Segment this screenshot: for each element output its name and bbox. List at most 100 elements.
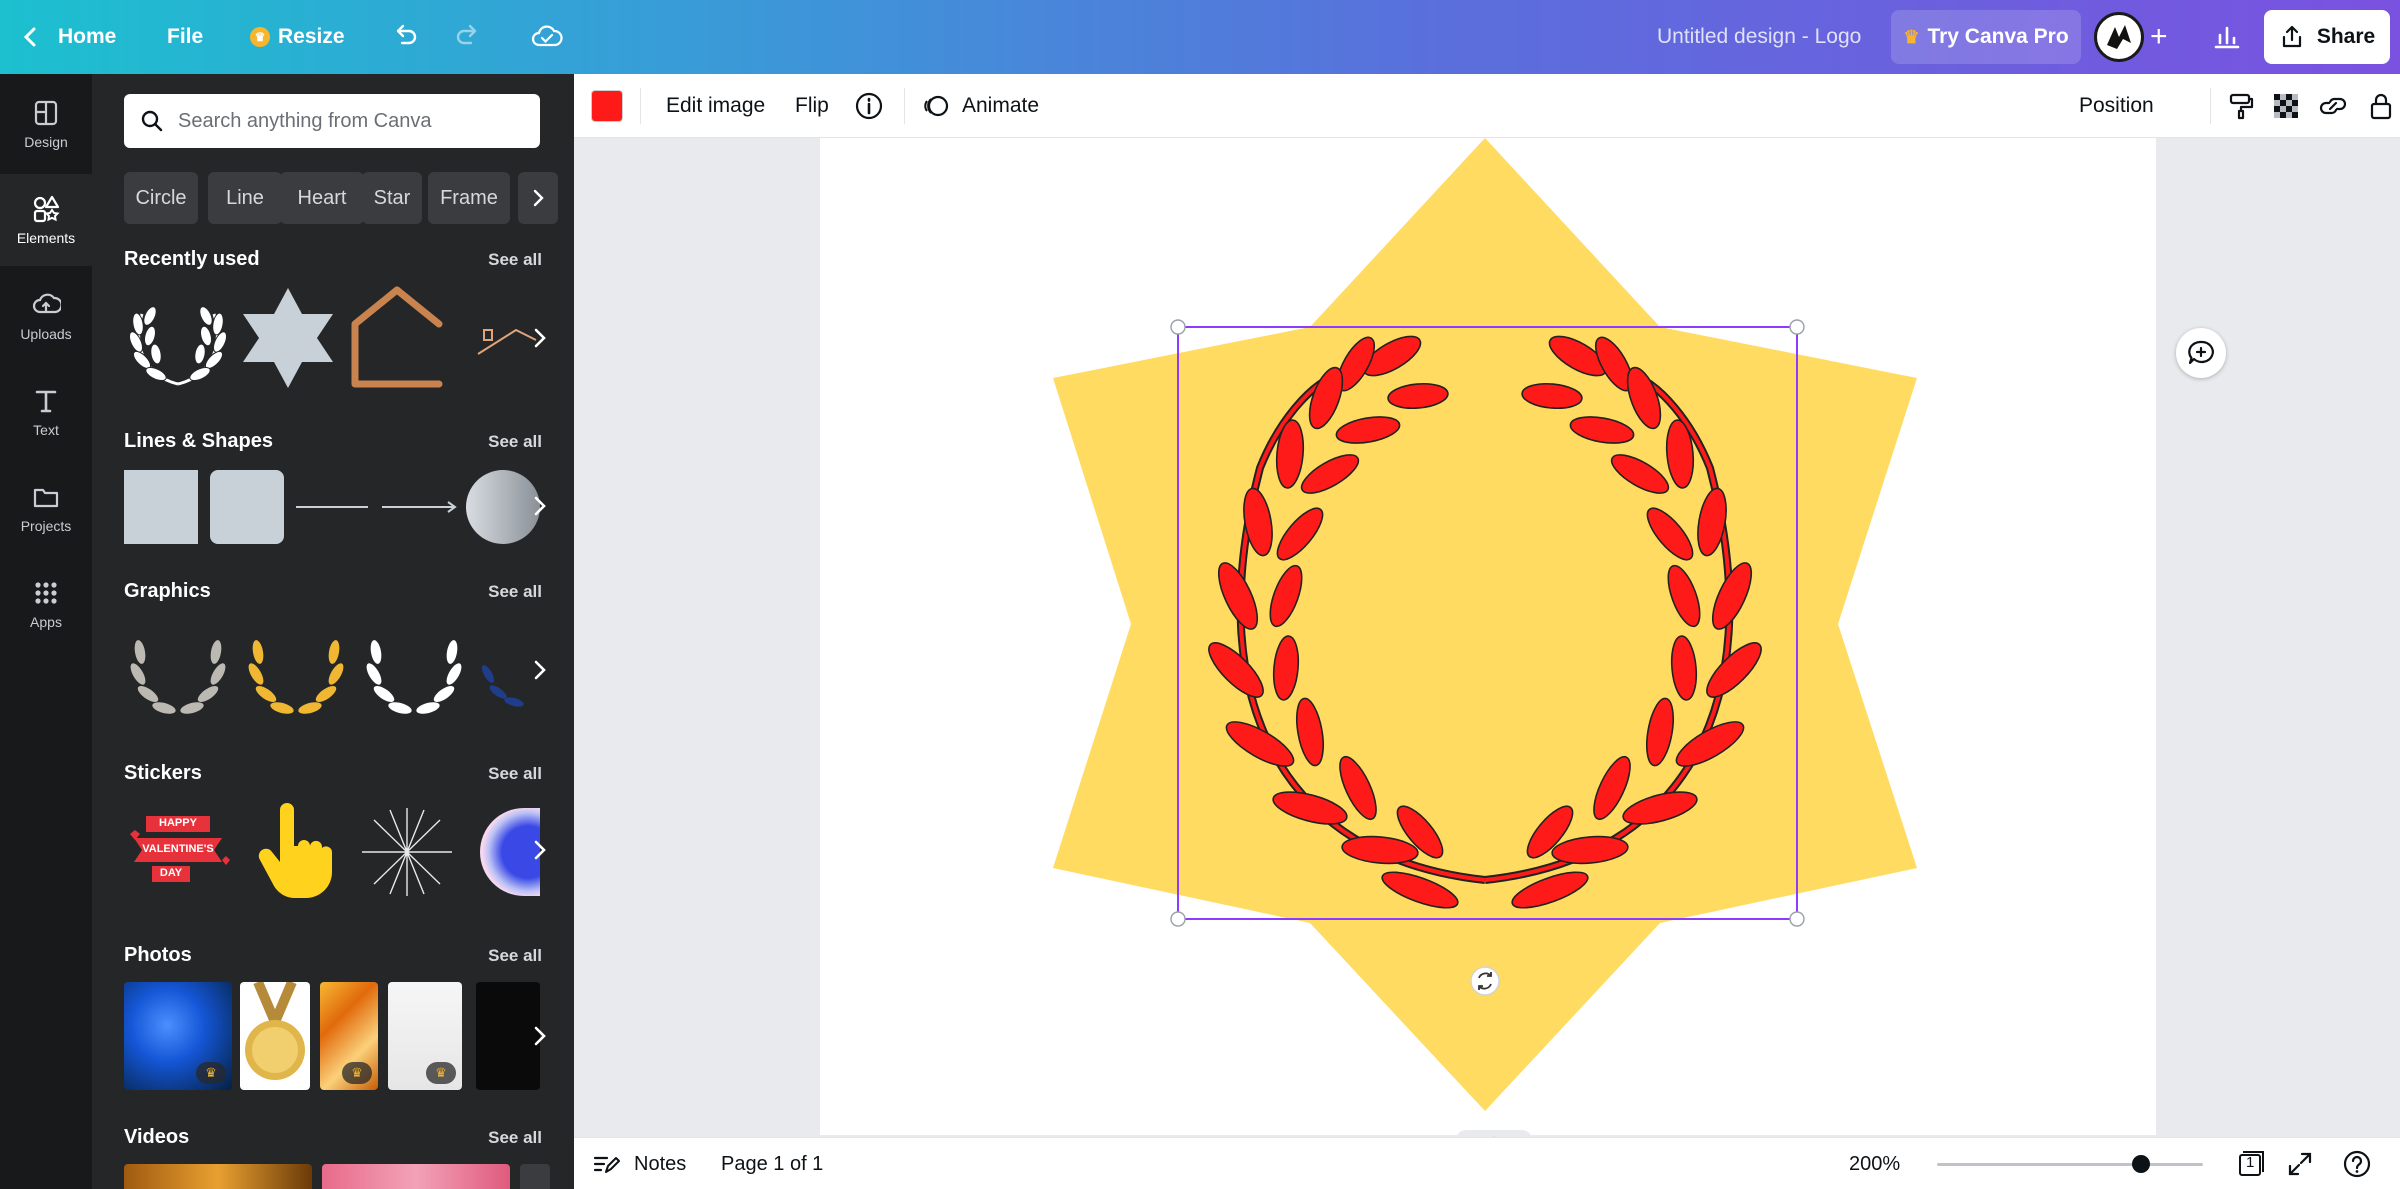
see-all-photos[interactable]: See all: [488, 946, 542, 966]
recently-used-next-button[interactable]: [522, 308, 558, 368]
see-all-stickers[interactable]: See all: [488, 764, 542, 784]
notes-label: Notes: [634, 1152, 687, 1175]
fullscreen-button[interactable]: [2286, 1138, 2314, 1189]
toolbar-divider: [904, 88, 905, 124]
graphics-next-button[interactable]: [522, 640, 558, 700]
photo-white-paper[interactable]: ♛: [388, 982, 462, 1090]
section-title-stickers: Stickers: [124, 762, 202, 784]
design-page[interactable]: [820, 138, 2156, 1135]
photo-blue-abstract[interactable]: ♛: [124, 982, 232, 1090]
try-pro-label: Try Canva Pro: [1927, 25, 2069, 48]
copy-style-button[interactable]: [2226, 74, 2256, 138]
yellow-star-shape[interactable]: [1053, 138, 1917, 1111]
resize-handle-top-left: [1170, 319, 1186, 335]
position-button[interactable]: Position: [2079, 74, 2154, 138]
rail-item-text[interactable]: Text: [0, 366, 92, 458]
lines-shapes-next-button[interactable]: [522, 476, 558, 536]
zoom-level[interactable]: 200%: [1849, 1138, 1900, 1189]
thumb-house-outline[interactable]: [345, 284, 449, 392]
info-button[interactable]: [854, 74, 884, 138]
lock-button[interactable]: [2368, 74, 2394, 138]
section-title-lines-shapes: Lines & Shapes: [124, 430, 273, 452]
thumb-star-shape[interactable]: [239, 284, 337, 392]
plus-icon: +: [2150, 20, 2168, 53]
help-button[interactable]: [2342, 1138, 2372, 1189]
add-comment-button[interactable]: [2176, 328, 2226, 378]
rail-label: Apps: [30, 614, 62, 630]
toolbar-divider: [2210, 88, 2211, 124]
rotate-handle[interactable]: [1470, 966, 1500, 996]
photo-orange-silk[interactable]: ♛: [320, 982, 378, 1090]
transparency-button[interactable]: [2272, 74, 2300, 138]
search-input[interactable]: [178, 109, 518, 133]
page-grid-button[interactable]: 1: [2234, 1138, 2266, 1189]
thumb-pointing-hand-sticker[interactable]: [250, 802, 336, 902]
page-indicator[interactable]: Page 1 of 1: [721, 1138, 823, 1189]
chip-line[interactable]: Line: [208, 172, 282, 224]
zoom-slider-track[interactable]: [1937, 1163, 2203, 1166]
rail-item-uploads[interactable]: Uploads: [0, 270, 92, 362]
thumb-white-laurel-graphic[interactable]: [360, 622, 468, 722]
avatar[interactable]: [2094, 12, 2144, 62]
chevron-right-icon: [533, 189, 544, 207]
video-thumb-fire[interactable]: [124, 1164, 312, 1189]
thumb-gold-laurel[interactable]: [242, 622, 350, 722]
link-button[interactable]: [2318, 74, 2348, 138]
notes-button[interactable]: Notes: [592, 1138, 686, 1189]
rail-item-apps[interactable]: Apps: [0, 558, 92, 650]
chip-star[interactable]: Star: [362, 172, 422, 224]
crown-icon: ♛: [250, 27, 270, 47]
insights-button[interactable]: [2212, 0, 2242, 74]
elements-panel: Circle Line Heart Star Frame Recently us…: [92, 74, 574, 1189]
stickers-next-button[interactable]: [522, 820, 558, 880]
try-canva-pro-button[interactable]: ♛ Try Canva Pro: [1891, 10, 2081, 64]
rail-item-elements[interactable]: Elements: [0, 174, 92, 266]
rail-item-design[interactable]: Design: [0, 78, 92, 170]
zoom-slider-knob[interactable]: [2131, 1155, 2150, 1173]
see-all-recently-used[interactable]: See all: [488, 250, 542, 270]
section-title-photos: Photos: [124, 944, 192, 966]
info-icon: [855, 92, 883, 120]
thumb-silver-laurel[interactable]: [124, 622, 232, 722]
thumb-square[interactable]: [124, 470, 198, 544]
rail-item-projects[interactable]: Projects: [0, 462, 92, 554]
search-box[interactable]: [124, 94, 540, 148]
see-all-videos[interactable]: See all: [488, 1128, 542, 1148]
thumb-arrow-line[interactable]: [380, 500, 458, 514]
photo-gold-medal[interactable]: [240, 982, 310, 1090]
undo-button[interactable]: [390, 0, 420, 74]
redo-button[interactable]: [453, 0, 483, 74]
animate-button[interactable]: Animate: [922, 74, 1039, 138]
cloud-save-button[interactable]: [530, 0, 564, 74]
add-collaborator-button[interactable]: +: [2150, 0, 2168, 74]
section-title-graphics: Graphics: [124, 580, 211, 602]
thumb-valentine-sticker[interactable]: HAPPY VALENTINE'S DAY: [124, 802, 232, 898]
fill-color-swatch[interactable]: [591, 90, 623, 122]
undo-icon: [396, 24, 417, 45]
chevron-right-icon: [534, 1026, 546, 1046]
chip-heart[interactable]: Heart: [280, 172, 364, 224]
share-button[interactable]: Share: [2264, 10, 2390, 64]
chip-frame[interactable]: Frame: [428, 172, 510, 224]
photos-next-button[interactable]: [522, 1006, 558, 1066]
video-thumb-pink[interactable]: [322, 1164, 510, 1189]
see-all-lines-shapes[interactable]: See all: [488, 432, 542, 452]
resize-button[interactable]: ♛ Resize: [250, 0, 345, 74]
animate-icon: [924, 95, 949, 117]
lock-icon: [2370, 93, 2392, 120]
thumb-line[interactable]: [294, 500, 370, 514]
thumb-sparkle-sticker[interactable]: [354, 802, 460, 902]
video-thumb-gray[interactable]: [520, 1164, 550, 1189]
design-title[interactable]: Untitled design - Logo: [1657, 0, 1861, 74]
see-all-graphics[interactable]: See all: [488, 582, 542, 602]
flip-button[interactable]: Flip: [795, 74, 829, 138]
thumb-white-laurel[interactable]: [124, 284, 232, 392]
chips-next-button[interactable]: [518, 172, 558, 224]
thumb-rounded-square[interactable]: [210, 470, 284, 544]
file-menu-button[interactable]: File: [167, 0, 203, 74]
chip-circle[interactable]: Circle: [124, 172, 198, 224]
transparency-icon: [2274, 94, 2298, 118]
home-button[interactable]: Home: [22, 0, 116, 74]
design-icon: [34, 100, 58, 126]
edit-image-button[interactable]: Edit image: [666, 74, 765, 138]
